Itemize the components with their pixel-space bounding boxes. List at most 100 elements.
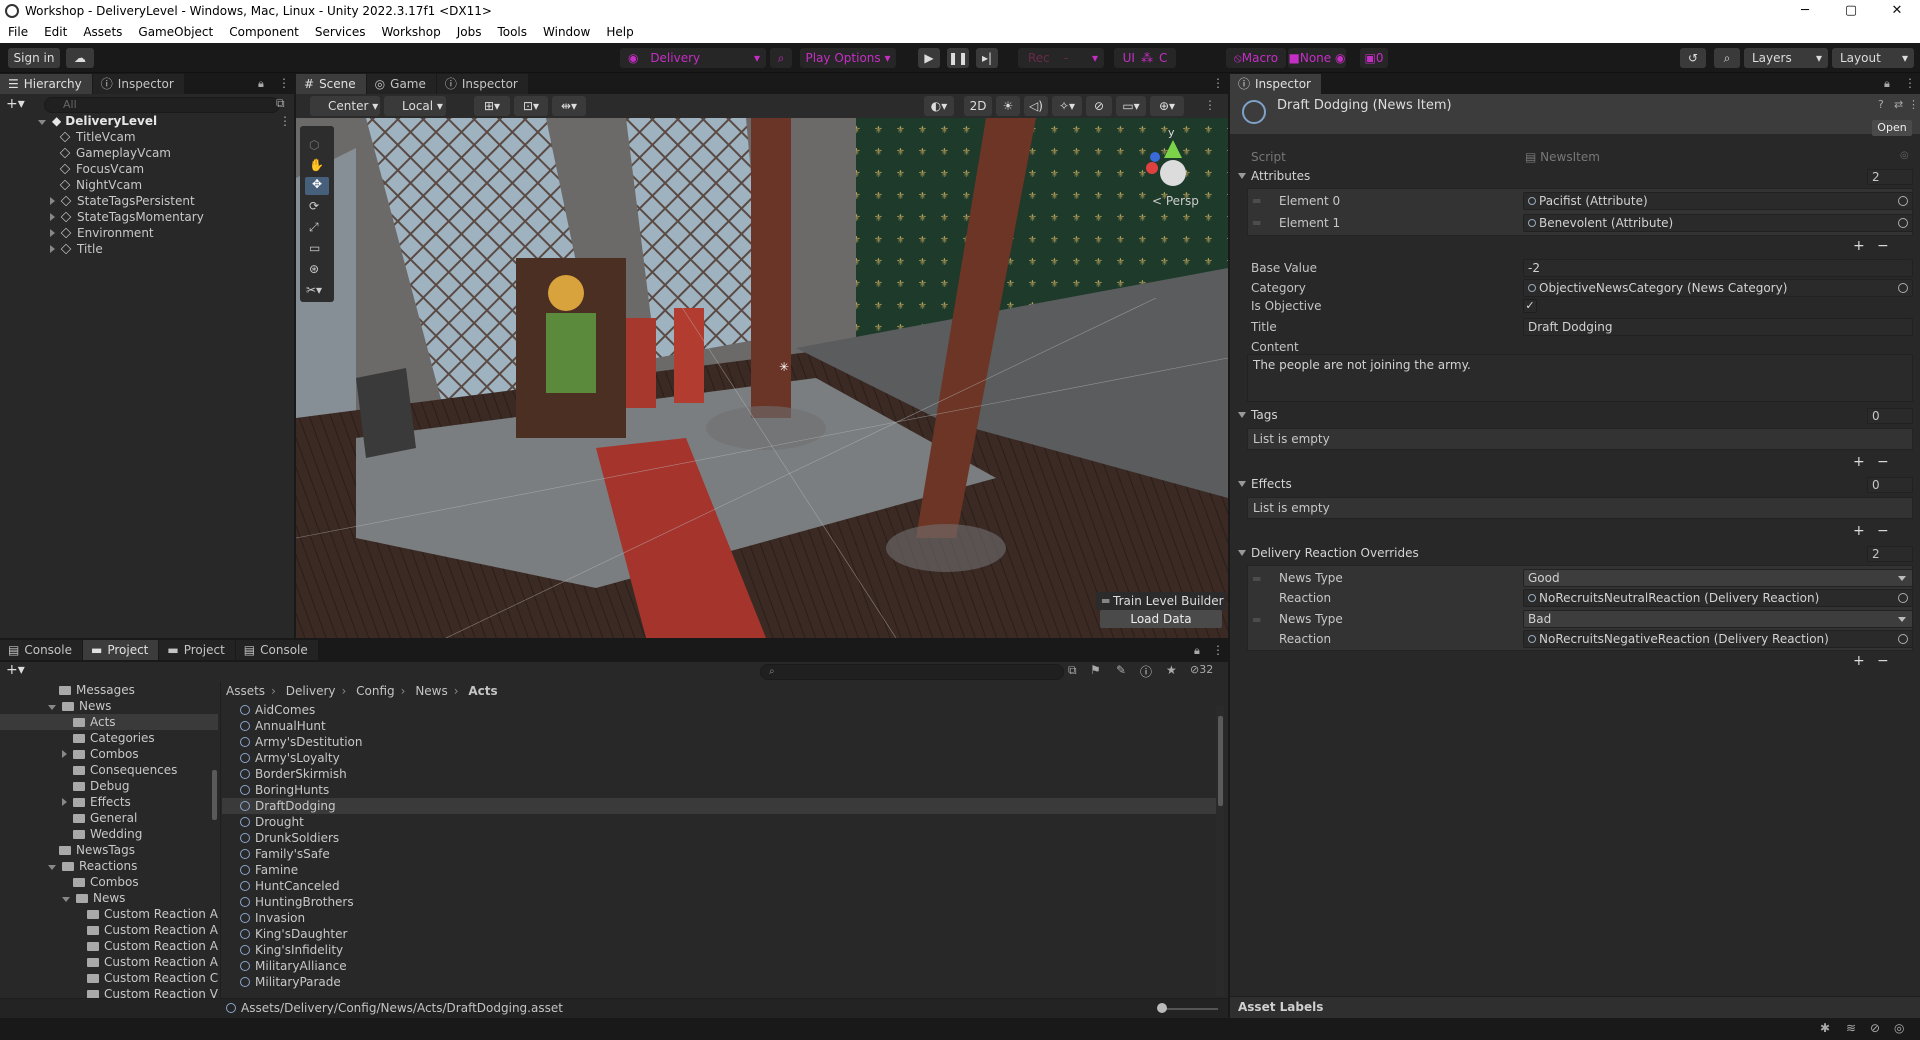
folder-tree-item[interactable]: Custom Reaction A	[0, 954, 218, 970]
breadcrumb-news[interactable]: News	[415, 684, 447, 698]
remove-effect-button[interactable]: −	[1877, 523, 1889, 539]
object-picker-icon[interactable]	[1898, 283, 1908, 293]
scene-root[interactable]: ◆ DeliveryLevel	[38, 113, 157, 129]
folder-tree-item[interactable]: Effects	[0, 794, 218, 810]
info-toggle-icon[interactable]: ⓘ	[1140, 663, 1152, 680]
open-button[interactable]: Open	[1872, 120, 1912, 136]
asset-item[interactable]: AidComes	[222, 702, 1216, 718]
menu-assets[interactable]: Assets	[75, 22, 130, 43]
drag-handle-icon[interactable]: ═	[1253, 572, 1260, 586]
rotate-tool-icon[interactable]: ⟳	[309, 199, 319, 213]
asset-item[interactable]: King'sDaughter	[222, 926, 1216, 942]
asset-labels[interactable]: Asset Labels	[1238, 1000, 1323, 1014]
draw-mode-icon[interactable]: ◐▾	[924, 96, 954, 116]
hierarchy-item[interactable]: StateTagsPersistent	[50, 193, 195, 209]
asset-item[interactable]: Army'sLoyalty	[222, 750, 1216, 766]
sign-in-button[interactable]: Sign in	[8, 48, 60, 68]
overrides-foldout[interactable]: Delivery Reaction Overrides	[1238, 546, 1419, 560]
create-icon[interactable]: +▾	[6, 662, 25, 678]
grid-visibility-icon[interactable]: ⊡▾	[514, 96, 548, 116]
breadcrumb-acts[interactable]: Acts	[468, 684, 497, 698]
view-tool-icon[interactable]: ⬡	[309, 138, 319, 152]
hierarchy-item[interactable]: NightVcam	[59, 177, 142, 193]
kebab-menu-icon[interactable]: ⋮	[1212, 643, 1224, 657]
hierarchy-item[interactable]: TitleVcam	[59, 129, 136, 145]
hidden-objects-icon[interactable]: ⊘	[1086, 96, 1112, 116]
lock-icon[interactable]: 🔒︎	[1884, 77, 1890, 91]
zoom-slider[interactable]	[1160, 1008, 1218, 1010]
menu-gameobject[interactable]: GameObject	[130, 22, 221, 43]
help-icon[interactable]: ?	[1878, 98, 1884, 111]
progress-icon[interactable]: ◎	[1894, 1021, 1904, 1035]
load-data-button[interactable]: Load Data	[1100, 610, 1222, 628]
base-value-field[interactable]: -2	[1523, 259, 1913, 277]
hierarchy-item[interactable]: GameplayVcam	[59, 145, 171, 161]
folder-tree-item[interactable]: General	[0, 810, 218, 826]
search-by-label-icon[interactable]: ⚑	[1090, 663, 1101, 677]
search-by-type-icon[interactable]: ⧉	[1068, 663, 1077, 678]
space-dropdown[interactable]: Local ▾	[384, 96, 446, 116]
asset-item[interactable]: King'sInfidelity	[222, 942, 1216, 958]
menu-services[interactable]: Services	[307, 22, 374, 43]
hidden-packages-toggle[interactable]: ⊘32	[1190, 663, 1213, 676]
tab-console-2[interactable]: ▤ Console	[235, 640, 318, 660]
close-button[interactable]: ✕	[1874, 0, 1920, 22]
element-1-field[interactable]: Benevolent (Attribute)	[1523, 214, 1913, 232]
asset-item[interactable]: BorderSkirmish	[222, 766, 1216, 782]
add-effect-button[interactable]: +	[1853, 523, 1865, 539]
folder-tree-item[interactable]: Custom Reaction C	[0, 970, 218, 986]
override-0-type-dropdown[interactable]: Good	[1523, 569, 1913, 587]
asset-item[interactable]: DraftDodging	[222, 798, 1216, 814]
hierarchy-search-input[interactable]: All	[44, 97, 280, 113]
folder-tree-item[interactable]: NewsTags	[0, 842, 218, 858]
layers-dropdown[interactable]: Layers ▾	[1744, 48, 1828, 68]
effects-icon[interactable]: ✧▾	[1052, 96, 1082, 116]
debug-icon[interactable]: ✱	[1820, 1021, 1830, 1035]
asset-item[interactable]: MilitaryParade	[222, 974, 1216, 990]
grid-snap-icon[interactable]: ⊞▾	[474, 96, 510, 116]
scene-selector[interactable]: ◉ Delivery ▾	[620, 48, 766, 68]
increment-snap-icon[interactable]: ⇹▾	[552, 96, 586, 116]
menu-edit[interactable]: Edit	[36, 22, 75, 43]
menu-window[interactable]: Window	[535, 22, 598, 43]
tab-inspector-left[interactable]: ⓘ Inspector	[92, 74, 184, 94]
breadcrumb-delivery[interactable]: Delivery	[286, 684, 336, 698]
hierarchy-item[interactable]: Title	[50, 241, 103, 257]
macro-button[interactable]: ⦸Macro	[1226, 48, 1286, 68]
search-by-tag-icon[interactable]: ✎	[1116, 663, 1126, 677]
folder-tree-item[interactable]: Combos	[0, 746, 218, 762]
scale-tool-icon[interactable]: ⤢	[309, 220, 319, 235]
object-picker-icon[interactable]	[1898, 196, 1908, 206]
menu-help[interactable]: Help	[598, 22, 641, 43]
zoom-slider-handle[interactable]	[1157, 1003, 1167, 1013]
folder-tree-item[interactable]: Custom Reaction A	[0, 938, 218, 954]
collab-icon[interactable]: ⊘	[1870, 1021, 1880, 1035]
menu-component[interactable]: Component	[221, 22, 307, 43]
audio-icon[interactable]: ◁)	[1024, 96, 1048, 116]
lighting-icon[interactable]: ☀	[996, 96, 1020, 116]
play-options-dropdown[interactable]: Play Options ▾	[800, 48, 896, 68]
pause-icon[interactable]: ❚❚	[947, 48, 969, 68]
none-selector[interactable]: ■None ◉	[1288, 48, 1346, 68]
asset-item[interactable]: MilitaryAlliance	[222, 958, 1216, 974]
favorite-icon[interactable]: ★	[1166, 663, 1177, 677]
asset-item[interactable]: BoringHunts	[222, 782, 1216, 798]
folder-tree-item[interactable]: Reactions	[0, 858, 218, 874]
asset-item[interactable]: AnnualHunt	[222, 718, 1216, 734]
step-icon[interactable]: ▸|	[976, 48, 998, 68]
toggle-2d-button[interactable]: 2D	[964, 96, 992, 116]
add-element-button[interactable]: +	[1853, 238, 1865, 254]
history-icon[interactable]: ↺	[1680, 48, 1706, 68]
scene-viewport[interactable]: ⚜	[296, 118, 1228, 638]
hierarchy-item[interactable]: StateTagsMomentary	[50, 209, 204, 225]
folder-tree-item[interactable]: Custom Reaction A	[0, 922, 218, 938]
override-0-reaction-field[interactable]: NoRecruitsNeutralReaction (Delivery Reac…	[1523, 589, 1913, 607]
asset-scrollbar-thumb[interactable]	[1218, 716, 1223, 806]
asset-item[interactable]: Army'sDestitution	[222, 734, 1216, 750]
attributes-foldout[interactable]: Attributes	[1238, 169, 1310, 183]
scene-kebab-icon[interactable]: ⋮	[1212, 76, 1224, 90]
drag-handle-icon[interactable]: ═	[1253, 613, 1260, 627]
tab-project-1[interactable]: ▬ Project	[82, 640, 159, 660]
tab-inspector-center[interactable]: ⓘ Inspector	[436, 74, 528, 94]
layout-dropdown[interactable]: Layout ▾	[1832, 48, 1914, 68]
